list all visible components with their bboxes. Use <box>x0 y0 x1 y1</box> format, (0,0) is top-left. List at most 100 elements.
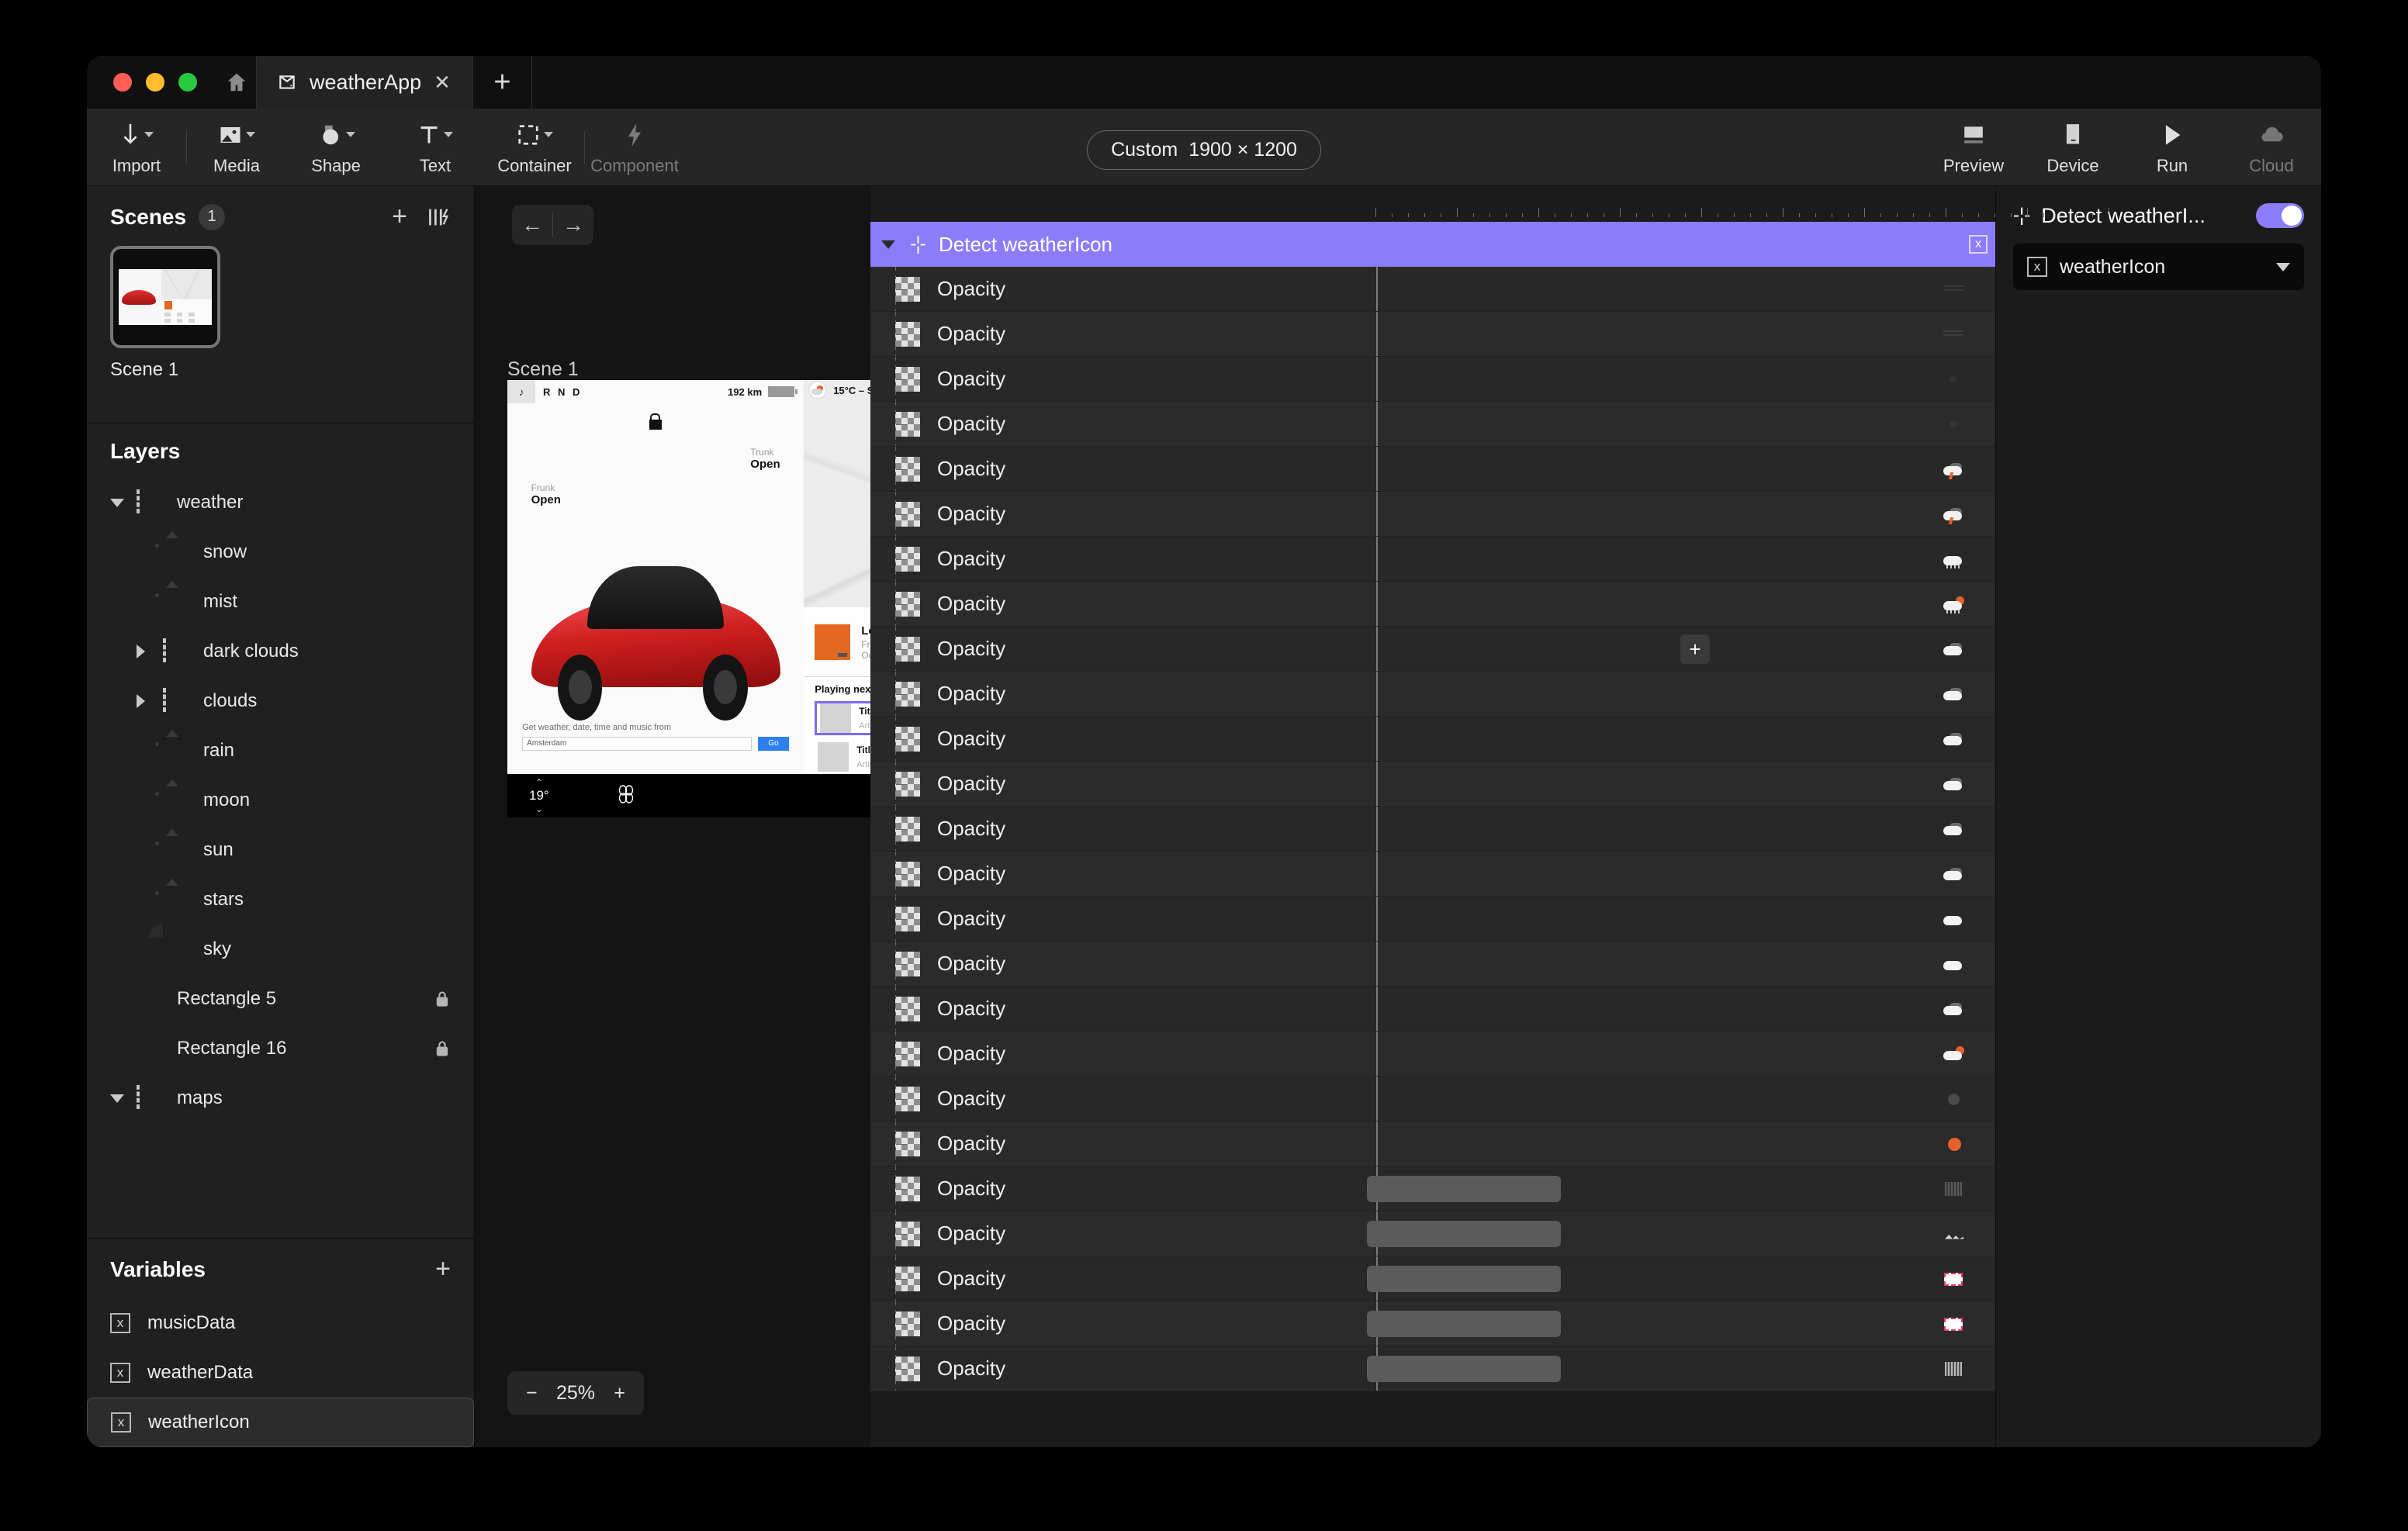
timeline-row[interactable]: Opacity <box>870 1346 1995 1391</box>
timeline-track[interactable] <box>1367 897 1995 941</box>
layers-list[interactable]: weathersnowmistdark cloudscloudsrainmoon… <box>87 478 474 1238</box>
playhead[interactable] <box>1376 267 1378 311</box>
timeline-row[interactable]: Opacity <box>870 627 1995 672</box>
chevron-down-icon[interactable] <box>444 132 453 137</box>
lock-icon[interactable] <box>434 990 451 1008</box>
variables-list[interactable]: xmusicDataxweatherDataxweatherIcon <box>87 1298 474 1447</box>
home-icon[interactable] <box>220 56 256 109</box>
timeline-row[interactable]: Opacity <box>870 987 1995 1032</box>
timeline-track[interactable] <box>1367 312 1995 356</box>
chevron-down-icon[interactable] <box>246 132 255 137</box>
layer-row[interactable]: Rectangle 5 <box>87 974 474 1024</box>
canvas-area[interactable]: ← → Scene 1 ♪ R N D 192 km <box>475 186 870 1447</box>
timeline-track[interactable] <box>1367 807 1995 851</box>
layer-row[interactable]: clouds <box>87 676 474 726</box>
playhead[interactable] <box>1376 717 1378 761</box>
go-button[interactable]: Go <box>758 737 789 751</box>
timeline-track[interactable] <box>1367 762 1995 806</box>
timeline-row[interactable]: Opacity <box>870 267 1995 312</box>
playhead[interactable] <box>1376 1256 1378 1301</box>
layer-row[interactable]: maps <box>87 1073 474 1123</box>
timeline-row[interactable]: Opacity <box>870 1256 1995 1301</box>
timeline-track[interactable] <box>1367 987 1995 1031</box>
playhead[interactable] <box>1376 1211 1378 1256</box>
toolbar-item-shape[interactable]: Shape <box>286 109 386 185</box>
zoom-out-button[interactable]: − <box>526 1382 538 1405</box>
playhead[interactable] <box>1376 492 1378 536</box>
variable-row[interactable]: xmusicData <box>87 1298 474 1348</box>
timeline-track[interactable] <box>1367 852 1995 896</box>
timeline-row[interactable]: Opacity <box>870 447 1995 492</box>
playhead[interactable] <box>1376 1077 1378 1121</box>
timeline-row[interactable]: Opacity <box>870 1077 1995 1121</box>
timeline-row[interactable]: Opacity <box>870 897 1995 942</box>
close-icon[interactable]: x <box>1969 235 1988 254</box>
timeline-track[interactable] <box>1367 1166 1995 1211</box>
layer-row[interactable]: Rectangle 16 <box>87 1024 474 1073</box>
layer-row[interactable]: moon <box>87 776 474 825</box>
chevron-right-icon[interactable] <box>137 645 163 658</box>
toolbar-item-run[interactable]: Run <box>2123 109 2222 185</box>
timeline-row[interactable]: Opacity <box>870 1301 1995 1346</box>
toolbar-item-import[interactable]: Import <box>87 109 186 185</box>
timeline-row[interactable]: Opacity <box>870 762 1995 807</box>
enable-toggle[interactable] <box>2256 203 2304 228</box>
timeline-track[interactable] <box>1367 717 1995 761</box>
playhead[interactable] <box>1376 1301 1378 1346</box>
chevron-down-icon[interactable] <box>2276 263 2290 271</box>
timeline-row[interactable]: Opacity <box>870 312 1995 357</box>
keyframe-bar[interactable] <box>1367 1356 1561 1382</box>
timeline-row[interactable]: Opacity <box>870 1032 1995 1077</box>
canvas-size-selector[interactable]: Custom 1900 × 1200 <box>1087 130 1321 170</box>
trunk-status[interactable]: Trunk Open <box>750 447 780 471</box>
chevron-down-icon[interactable] <box>144 132 154 137</box>
timeline-row[interactable]: Opacity❄ <box>870 357 1995 402</box>
playhead[interactable] <box>1376 942 1378 986</box>
playhead[interactable] <box>1376 852 1378 896</box>
playhead[interactable] <box>1376 402 1378 446</box>
layer-row[interactable]: sky <box>87 924 474 974</box>
new-tab-button[interactable]: + <box>473 56 532 109</box>
playhead[interactable] <box>1376 807 1378 851</box>
layer-row[interactable]: rain <box>87 726 474 776</box>
layer-row[interactable]: stars <box>87 875 474 924</box>
timeline-row[interactable]: Opacity <box>870 852 1995 897</box>
chevron-down-icon[interactable] <box>346 132 355 137</box>
keyframe-bar[interactable] <box>1367 1176 1561 1202</box>
timeline-track[interactable] <box>1367 357 1995 401</box>
keyframe-bar[interactable] <box>1367 1311 1561 1337</box>
chevron-right-icon[interactable] <box>137 694 163 708</box>
add-variable-button[interactable]: + <box>435 1254 451 1284</box>
timeline-track[interactable] <box>1367 942 1995 986</box>
chevron-down-icon[interactable] <box>110 1094 137 1103</box>
timeline-track[interactable] <box>1367 1346 1995 1391</box>
timeline-track[interactable] <box>1367 672 1995 716</box>
zoom-level[interactable]: 25% <box>556 1382 595 1405</box>
timeline-track[interactable] <box>1367 402 1995 446</box>
toolbar-item-device[interactable]: Device <box>2023 109 2123 185</box>
timeline-row[interactable]: Opacity❄ <box>870 402 1995 447</box>
minimize-window-button[interactable] <box>146 73 164 92</box>
timeline-track[interactable] <box>1367 1077 1995 1121</box>
layer-row[interactable]: mist <box>87 577 474 627</box>
scene-card[interactable]: Scene 1 <box>110 246 220 381</box>
keyframe-bar[interactable] <box>1367 1221 1561 1247</box>
fan-icon[interactable] <box>616 784 636 808</box>
layer-row[interactable]: snow <box>87 527 474 577</box>
chevron-down-icon[interactable] <box>110 499 137 507</box>
temp-down-icon[interactable]: ⌄ <box>529 804 549 814</box>
toolbar-item-preview[interactable]: Preview <box>1924 109 2023 185</box>
timeline-track[interactable] <box>1367 492 1995 536</box>
layer-row[interactable]: weather <box>87 478 474 527</box>
timeline-row[interactable]: Opacity <box>870 1166 1995 1211</box>
tab-weatherapp[interactable]: weatherApp ✕ <box>256 56 473 109</box>
timeline-track[interactable] <box>1367 267 1995 311</box>
close-window-button[interactable] <box>113 73 132 92</box>
playhead[interactable] <box>1376 672 1378 716</box>
music-note-icon[interactable]: ♪ <box>507 380 535 403</box>
layer-row[interactable]: sun <box>87 825 474 875</box>
playhead[interactable] <box>1376 312 1378 356</box>
chevron-down-icon[interactable] <box>870 240 906 249</box>
playhead[interactable] <box>1376 762 1378 806</box>
timeline-track[interactable] <box>1367 1301 1995 1346</box>
